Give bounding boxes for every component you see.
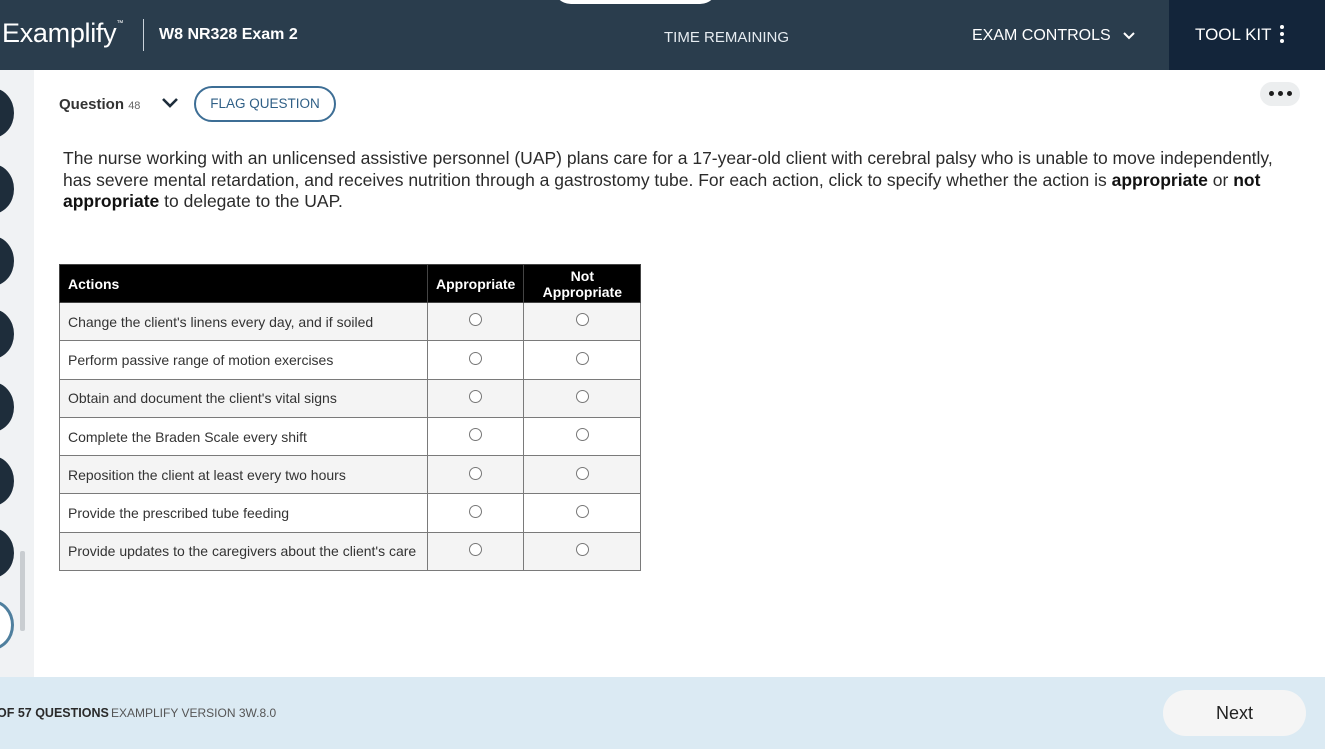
not-appropriate-radio[interactable] — [575, 428, 589, 442]
app-version: EXAMPLIFY VERSION 3W.8.0 — [111, 706, 277, 720]
not-appropriate-radio[interactable] — [575, 390, 589, 404]
table-row: Provide the prescribed tube feeding — [59, 493, 642, 533]
exam-footer: OF 57 QUESTIONS EXAMPLIFY VERSION 3W.8.0… — [0, 677, 1325, 749]
question-nav-dot-current[interactable] — [0, 600, 14, 650]
table-row: Complete the Braden Scale every shift — [59, 416, 642, 457]
exam-title: W8 NR328 Exam 2 — [159, 26, 298, 43]
action-text: Provide updates to the caregivers about … — [59, 531, 428, 572]
flag-question-button[interactable]: FLAG QUESTION — [194, 86, 336, 122]
appropriate-radio[interactable] — [469, 351, 483, 365]
table-row: Obtain and document the client's vital s… — [59, 378, 642, 418]
action-text: Provide the prescribed tube feeding — [59, 493, 428, 533]
table-row: Change the client's linens every day, an… — [59, 301, 642, 342]
tool-kit-label: TOOL KIT — [1195, 25, 1272, 44]
question-nav-dot[interactable] — [0, 382, 14, 432]
more-options-icon[interactable] — [1260, 82, 1300, 106]
not-appropriate-radio[interactable] — [575, 466, 589, 480]
not-appropriate-radio[interactable] — [575, 504, 589, 518]
not-appropriate-radio[interactable] — [575, 543, 589, 557]
question-nav-dot[interactable] — [0, 236, 14, 286]
column-header-appropriate: Appropriate — [426, 264, 525, 303]
not-appropriate-radio[interactable] — [575, 351, 589, 365]
appropriate-radio[interactable] — [469, 390, 483, 404]
action-text: Change the client's linens every day, an… — [59, 301, 428, 342]
action-text: Obtain and document the client's vital s… — [59, 378, 428, 418]
app-header: Examplify™ W8 NR328 Exam 2 TIME REMAININ… — [0, 0, 1325, 70]
delegation-matrix-table: Actions Appropriate Not Appropriate Chan… — [59, 264, 642, 572]
tool-kit-button[interactable]: TOOL KIT — [1169, 0, 1325, 70]
table-header-row: Actions Appropriate Not Appropriate — [59, 264, 642, 303]
table-row: Provide updates to the caregivers about … — [59, 531, 642, 572]
table-row: Reposition the client at least every two… — [59, 455, 642, 495]
action-text: Reposition the client at least every two… — [59, 455, 428, 495]
next-button[interactable]: Next — [1163, 690, 1306, 736]
column-header-not-appropriate: Not Appropriate — [523, 264, 642, 303]
table-row: Perform passive range of motion exercise… — [59, 340, 642, 380]
kebab-menu-icon — [1280, 25, 1286, 46]
header-divider — [143, 19, 144, 51]
chevron-down-icon — [1122, 32, 1135, 40]
question-nav-dot[interactable] — [0, 456, 14, 506]
question-nav-dot[interactable] — [0, 528, 14, 578]
timer-toggle-tab[interactable] — [553, 0, 718, 4]
column-header-actions: Actions — [59, 264, 428, 303]
examplify-logo: Examplify™ — [2, 18, 124, 48]
rail-scrollbar[interactable] — [20, 551, 25, 631]
stem-emphasis-appropriate: appropriate — [1111, 169, 1208, 190]
exam-controls-label: EXAM CONTROLS — [972, 27, 1111, 44]
appropriate-radio[interactable] — [469, 466, 483, 480]
time-remaining-label: TIME REMAINING — [664, 29, 790, 46]
action-text: Perform passive range of motion exercise… — [59, 340, 428, 380]
appropriate-radio[interactable] — [469, 543, 483, 557]
not-appropriate-radio[interactable] — [575, 313, 589, 327]
question-progress: OF 57 QUESTIONS — [0, 706, 109, 720]
appropriate-radio[interactable] — [469, 428, 483, 442]
question-nav-dot[interactable] — [0, 88, 14, 138]
appropriate-radio[interactable] — [469, 313, 483, 327]
appropriate-radio[interactable] — [469, 504, 483, 518]
question-label: Question 48 — [59, 96, 141, 113]
question-dropdown-chevron-icon[interactable] — [161, 97, 179, 109]
question-nav-dot[interactable] — [0, 309, 14, 359]
action-text: Complete the Braden Scale every shift — [59, 416, 428, 457]
exam-controls-menu[interactable]: EXAM CONTROLS — [972, 27, 1135, 45]
question-navigator-rail — [0, 70, 34, 677]
question-number: 48 — [128, 100, 141, 112]
question-nav-dot[interactable] — [0, 164, 14, 214]
question-stem: The nurse working with an unlicensed ass… — [63, 148, 1273, 211]
